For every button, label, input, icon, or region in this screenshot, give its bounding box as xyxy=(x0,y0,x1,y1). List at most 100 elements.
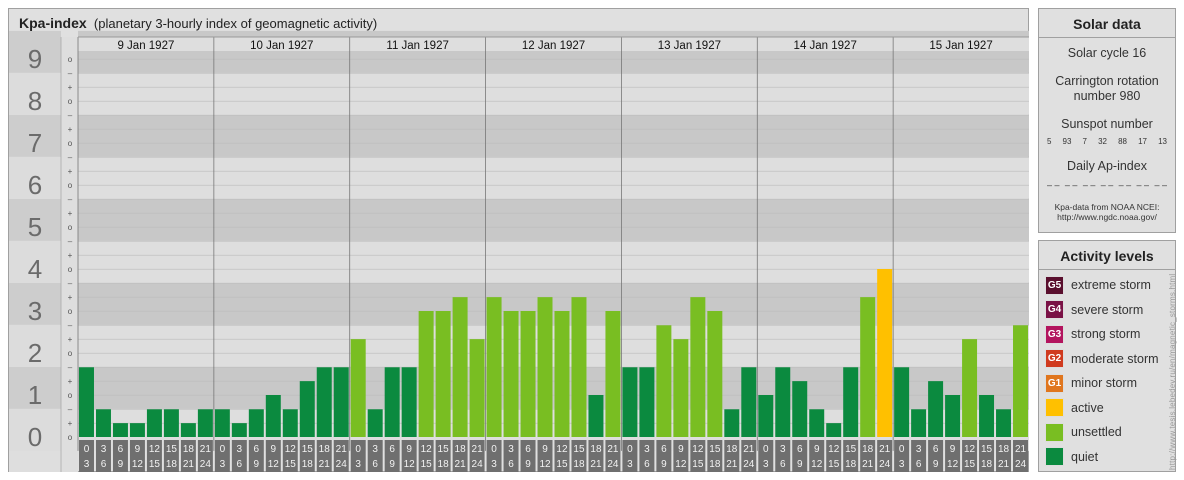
carrington-line2: number 980 xyxy=(1073,89,1141,103)
y-minor-label: + xyxy=(68,335,73,344)
ap-index-value: – – xyxy=(1047,180,1060,190)
interval-end-label: 18 xyxy=(302,459,314,470)
activity-levels-panel: Activity levels G5 extreme storm G4 severe … xyxy=(1038,240,1176,472)
data-source-link[interactable]: http://www.ngdc.noaa.gov/ xyxy=(1039,212,1175,222)
interval-start-label: 12 xyxy=(556,444,568,455)
interval-end-label: 9 xyxy=(933,459,939,470)
kp-bar xyxy=(214,409,230,437)
solar-data-title: Solar data xyxy=(1039,9,1175,38)
interval-end-label: 15 xyxy=(964,459,976,470)
interval-end-label: 12 xyxy=(132,459,144,470)
interval-end-label: 3 xyxy=(220,459,226,470)
interval-end-label: 15 xyxy=(149,459,161,470)
ap-index-value: – – xyxy=(1118,180,1132,190)
kp-bar xyxy=(79,367,94,437)
kp-bar xyxy=(163,409,179,437)
y-minor-label: – xyxy=(68,279,73,288)
y-minor-label: o xyxy=(68,97,73,106)
y-minor-label: o xyxy=(68,307,73,316)
kp-bar xyxy=(843,367,859,437)
interval-end-label: 12 xyxy=(268,459,280,470)
interval-end-label: 12 xyxy=(539,459,551,470)
activity-level-label: moderate storm xyxy=(1071,351,1159,366)
y-minor-label: – xyxy=(68,405,73,414)
interval-start-label: 18 xyxy=(319,444,331,455)
y-minor-label: + xyxy=(68,251,73,260)
y-minor-label: o xyxy=(68,391,73,400)
kp-band xyxy=(78,72,1029,115)
interval-end-label: 15 xyxy=(556,459,568,470)
interval-start-label: 0 xyxy=(220,444,226,455)
kp-bar xyxy=(928,381,944,437)
interval-start-label: 12 xyxy=(964,444,976,455)
interval-end-label: 24 xyxy=(1015,459,1027,470)
interval-end-label: 15 xyxy=(828,459,840,470)
kp-bar xyxy=(894,367,910,437)
interval-end-label: 21 xyxy=(455,459,467,470)
source-watermark: http://www.tesis.lebedev.ru/en/magnetic_… xyxy=(1168,273,1177,470)
kp-bar xyxy=(129,423,145,437)
sunspot-value: 5 xyxy=(1047,137,1052,146)
interval-end-label: 3 xyxy=(491,459,497,470)
kp-bar xyxy=(571,297,587,437)
day-label: 13 Jan 1927 xyxy=(658,40,721,52)
interval-start-label: 12 xyxy=(421,444,433,455)
kp-bar xyxy=(282,409,298,437)
interval-end-label: 24 xyxy=(607,459,619,470)
kp-bar xyxy=(435,311,451,437)
activity-level-swatch xyxy=(1045,422,1064,442)
y-axis-label: 1 xyxy=(28,380,42,410)
kp-bar xyxy=(605,311,621,437)
interval-end-label: 12 xyxy=(404,459,416,470)
kp-bar xyxy=(486,297,502,437)
interval-start-label: 12 xyxy=(285,444,297,455)
y-minor-label: – xyxy=(68,69,73,78)
interval-end-label: 21 xyxy=(998,459,1010,470)
sunspot-value: 93 xyxy=(1062,137,1072,146)
interval-start-label: 12 xyxy=(828,444,840,455)
activity-level-swatch: G1 xyxy=(1045,373,1064,393)
y-minor-label: o xyxy=(68,433,73,442)
kp-bar xyxy=(520,311,536,437)
kp-bar xyxy=(503,311,519,437)
activity-levels-title: Activity levels xyxy=(1039,241,1175,270)
interval-end-label: 18 xyxy=(981,459,993,470)
kp-bar xyxy=(367,409,383,437)
activity-level-severe-storm: G4 severe storm xyxy=(1045,300,1143,320)
interval-start-label: 21 xyxy=(336,444,348,455)
kp-bar xyxy=(673,339,689,437)
interval-end-label: 12 xyxy=(675,459,687,470)
y-minor-label: + xyxy=(68,125,73,134)
interval-start-label: 9 xyxy=(406,444,412,455)
solar-cycle: Solar cycle 16 xyxy=(1067,46,1147,60)
interval-start-label: 0 xyxy=(899,444,905,455)
activity-level-swatch: G4 xyxy=(1045,300,1064,319)
day-label: 10 Jan 1927 xyxy=(250,40,313,52)
kp-bar xyxy=(656,325,672,437)
kp-bar xyxy=(588,395,604,437)
interval-end-label: 21 xyxy=(726,459,738,470)
kp-bar xyxy=(112,423,128,437)
interval-start-label: 0 xyxy=(627,444,633,455)
interval-start-label: 6 xyxy=(389,444,395,455)
day-label: 12 Jan 1927 xyxy=(522,40,585,52)
interval-end-label: 9 xyxy=(389,459,395,470)
interval-start-label: 12 xyxy=(149,444,161,455)
interval-end-label: 24 xyxy=(336,459,348,470)
y-axis-label: 3 xyxy=(28,296,42,326)
y-minor-label: + xyxy=(68,293,73,302)
ap-index-value: – – xyxy=(1064,180,1078,190)
activity-level-active: active xyxy=(1045,398,1104,418)
kp-bar xyxy=(1013,325,1028,437)
kp-bar xyxy=(350,339,366,437)
kp-bar xyxy=(95,409,111,437)
y-minor-label: + xyxy=(68,419,73,428)
interval-end-label: 3 xyxy=(763,459,769,470)
ap-index-value: – – xyxy=(1100,180,1114,190)
interval-end-label: 21 xyxy=(183,459,195,470)
y-axis-label: 6 xyxy=(28,170,42,200)
kp-bar xyxy=(299,381,315,437)
interval-end-label: 3 xyxy=(84,459,90,470)
kp-bar xyxy=(758,395,774,437)
kp-bar xyxy=(469,339,485,437)
